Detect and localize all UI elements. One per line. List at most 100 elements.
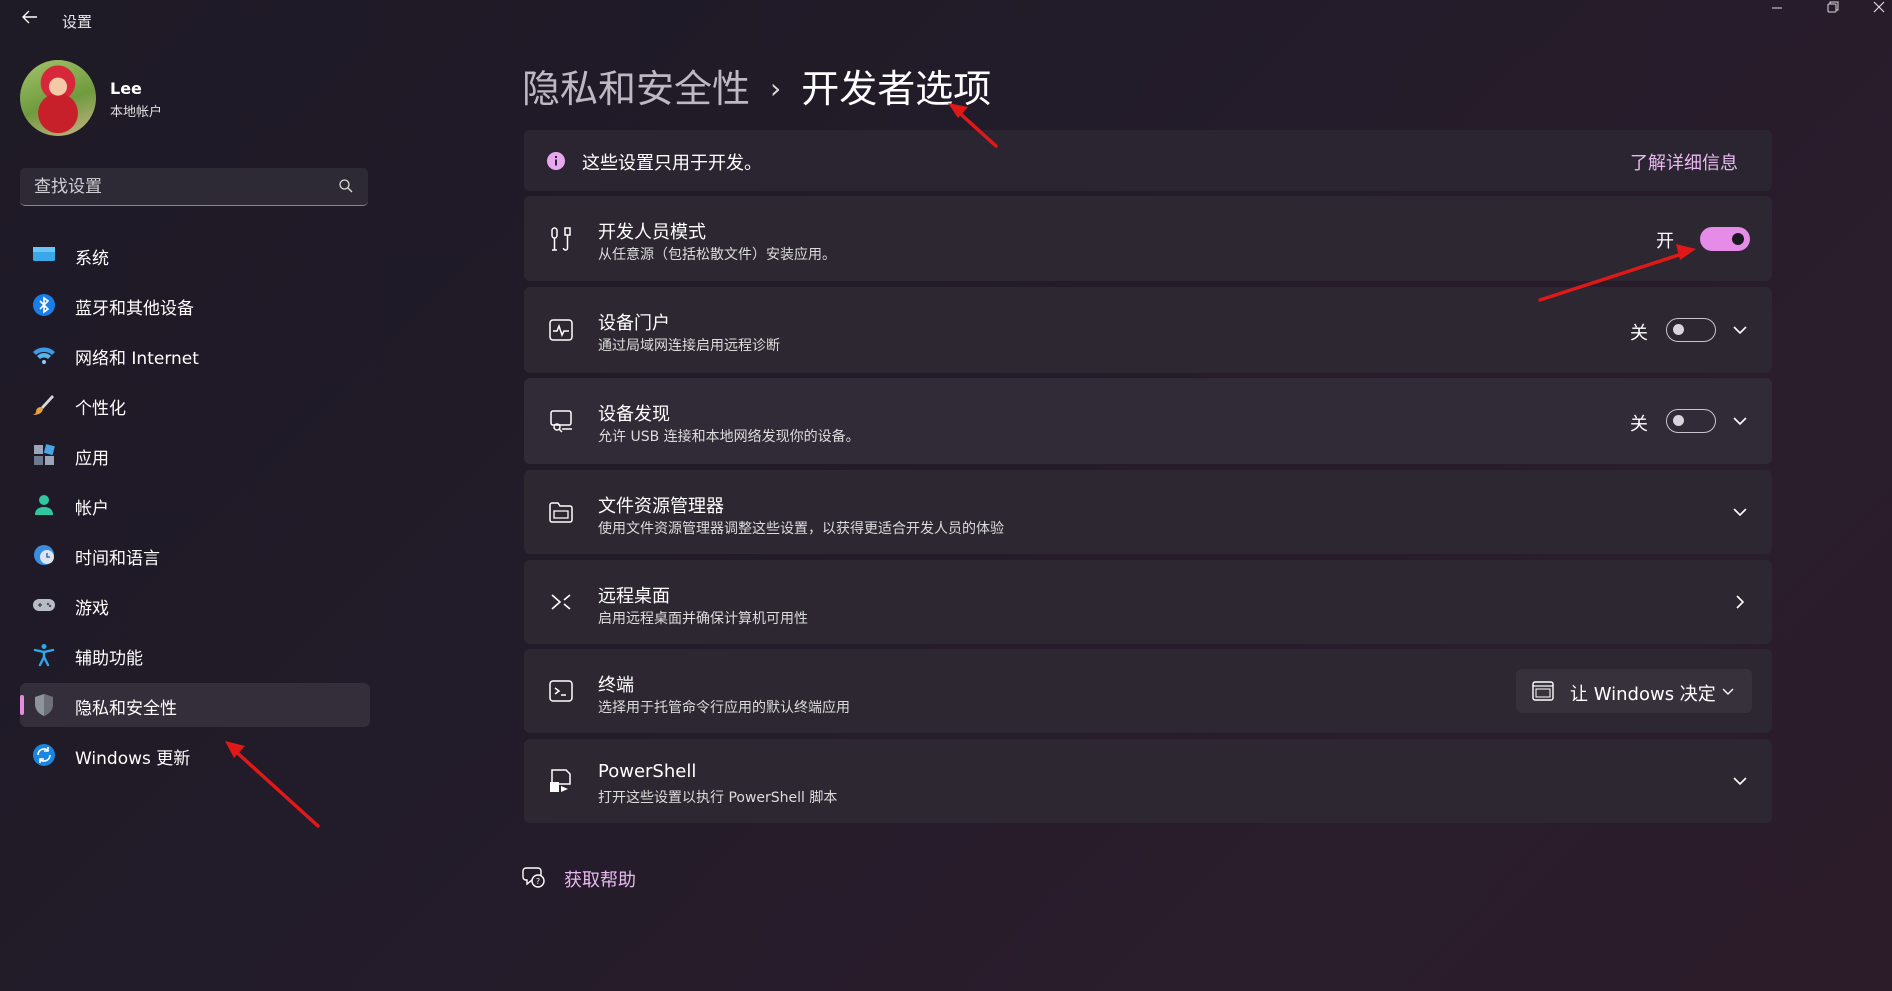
accessibility-icon [33,644,55,667]
toggle-state-label: 关 [1630,414,1648,435]
setting-title: 开发人员模式 [598,222,706,243]
learn-more-link[interactable]: 了解详细信息 [1630,149,1738,175]
globe-clock-icon [34,545,54,565]
close-button[interactable] [1866,0,1892,24]
search-input[interactable] [20,168,336,206]
setting-device-discovery[interactable]: 设备发现 允许 USB 连接和本地网络发现你的设备。 关 [524,378,1772,464]
setting-remote-desktop[interactable]: 远程桌面 启用远程桌面并确保计算机可用性 [524,560,1772,644]
sidebar-item-apps[interactable]: 应用 [20,433,370,477]
setting-description: 允许 USB 连接和本地网络发现你的设备。 [598,429,860,445]
sidebar-item-label: 系统 [75,249,109,269]
sidebar-item-bluetooth[interactable]: 蓝牙和其他设备 [20,283,370,327]
sidebar-item-label: 帐户 [75,499,109,519]
back-button[interactable] [18,8,42,32]
terminal-icon [549,680,573,702]
sync-icon [33,744,55,766]
sidebar-item-label: 蓝牙和其他设备 [75,299,194,319]
console-icon [1532,681,1554,701]
setting-description: 使用文件资源管理器调整这些设置，以获得更适合开发人员的体验 [598,521,1004,537]
gamepad-icon [33,599,55,611]
breadcrumb-parent[interactable]: 隐私和安全性 [522,67,750,111]
toggle-knob [1732,233,1744,245]
close-icon [1873,1,1885,13]
toggle-knob [1673,324,1684,335]
app-title: 设置 [62,13,93,31]
sidebar-item-network[interactable]: 网络和 Internet [20,333,370,377]
setting-title: 文件资源管理器 [598,496,724,517]
wifi-icon [33,347,55,364]
setting-title: 远程桌面 [598,586,670,607]
sidebar-item-system[interactable]: 系统 [20,233,370,277]
chevron-down-icon[interactable] [1730,771,1750,791]
arrow-left-icon [22,10,37,24]
person-icon [35,495,53,515]
search-icon[interactable] [338,178,354,194]
setting-description: 打开这些设置以执行 PowerShell 脚本 [598,790,838,806]
chevron-right-icon[interactable] [1730,592,1750,612]
toggle-knob [1673,415,1684,426]
setting-description: 选择用于托管命令行应用的默认终端应用 [598,700,850,716]
shield-icon [35,694,53,716]
chevron-down-icon[interactable] [1730,411,1750,431]
sidebar-item-label: 游戏 [75,599,109,619]
sidebar-item-label: 应用 [75,449,109,469]
minimize-button[interactable] [1754,0,1800,24]
info-bar: 这些设置只用于开发。 了解详细信息 [524,130,1772,191]
minimize-icon [1772,7,1782,9]
user-name: Lee [110,79,142,98]
sidebar-item-label: 隐私和安全性 [75,699,177,719]
developer-mode-toggle[interactable] [1700,227,1750,251]
brush-icon [33,395,54,415]
breadcrumb-separator: › [770,72,782,105]
folder-icon [549,502,573,523]
restore-icon [1827,1,1839,13]
dropdown-value: 让 Windows 决定 [1570,684,1716,705]
restore-button[interactable] [1810,0,1856,24]
title-bar: 设置 [0,0,1892,40]
sidebar-item-personalization[interactable]: 个性化 [20,383,370,427]
chevron-down-icon[interactable] [1730,502,1750,522]
chevron-down-icon[interactable] [1730,320,1750,340]
powershell-icon [550,769,571,792]
sidebar-item-gaming[interactable]: 游戏 [20,583,370,627]
default-terminal-dropdown[interactable]: 让 Windows 决定 [1516,669,1752,713]
setting-title: 终端 [598,675,634,696]
help-chat-icon: ? [522,867,545,888]
info-icon [547,152,565,170]
sidebar-item-label: 辅助功能 [75,649,143,669]
info-text: 这些设置只用于开发。 [582,153,762,174]
search-box [20,168,368,206]
get-help-label: 获取帮助 [564,870,636,891]
monitor-icon [33,247,55,261]
sidebar-item-accounts[interactable]: 帐户 [20,483,370,527]
pulse-monitor-icon [549,319,573,341]
setting-powershell[interactable]: PowerShell 打开这些设置以执行 PowerShell 脚本 [524,739,1772,823]
setting-description: 通过局域网连接启用远程诊断 [598,338,780,354]
page-title: 开发者选项 [801,67,992,111]
sidebar-nav: 系统 蓝牙和其他设备 网络和 Internet 个性化 应用 帐户 时间和语言 … [20,233,370,783]
sidebar-item-label: 网络和 Internet [75,349,199,369]
remote-desktop-icon [551,594,571,610]
device-portal-toggle[interactable] [1666,318,1716,342]
sidebar-item-label: 时间和语言 [75,549,160,569]
setting-title: 设备发现 [598,404,670,425]
setting-device-portal[interactable]: 设备门户 通过局域网连接启用远程诊断 关 [524,287,1772,373]
toggle-state-label: 开 [1656,231,1674,252]
setting-description: 启用远程桌面并确保计算机可用性 [598,611,808,627]
toggle-state-label: 关 [1630,323,1648,344]
sidebar-item-time-language[interactable]: 时间和语言 [20,533,370,577]
device-discovery-toggle[interactable] [1666,409,1716,433]
sidebar-item-windows-update[interactable]: Windows 更新 [20,733,370,777]
sidebar-item-accessibility[interactable]: 辅助功能 [20,633,370,677]
setting-terminal: 终端 选择用于托管命令行应用的默认终端应用 让 Windows 决定 [524,649,1772,733]
sidebar-item-privacy-security[interactable]: 隐私和安全性 [20,683,370,727]
account-type: 本地帐户 [110,105,163,120]
svg-text:?: ? [536,877,540,886]
sidebar-item-label: Windows 更新 [75,749,191,769]
chevron-down-icon [1722,688,1734,695]
setting-title: 设备门户 [598,313,670,334]
setting-file-explorer[interactable]: 文件资源管理器 使用文件资源管理器调整这些设置，以获得更适合开发人员的体验 [524,470,1772,554]
avatar [20,60,96,136]
device-search-icon [550,410,572,433]
developer-tools-icon [551,226,571,251]
